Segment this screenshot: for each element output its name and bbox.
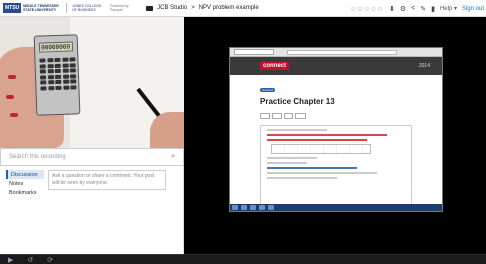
breadcrumb-separator: > [191, 5, 195, 11]
college-name: JONES COLLEGE OF BUSINESS [72, 4, 102, 12]
mini-button [283, 113, 293, 119]
folder-link[interactable]: JCB Studio [157, 5, 187, 11]
logo-divider [66, 3, 68, 13]
powered-by: Powered by Panopto [110, 4, 129, 12]
calculator-display: 00000000 [38, 41, 74, 53]
practice-title: Practice Chapter 13 [260, 97, 335, 106]
university-logo[interactable]: MTSU MIDDLE TENNESSEE STATE UNIVERSITY J… [3, 2, 102, 15]
share-icon[interactable]: < [411, 5, 415, 12]
fingernail [8, 75, 16, 79]
logo-mark: MTSU [3, 3, 22, 13]
address-bar [287, 49, 397, 55]
connect-logo: connect [260, 62, 290, 70]
question-text-red [267, 134, 387, 136]
question-text-red [267, 139, 367, 141]
breadcrumb: JCB Studio > NPV problem example [146, 5, 259, 11]
practice-area: Connect Practice Chapter 13 [230, 75, 442, 122]
rating-stars[interactable]: ☆☆☆☆☆ [350, 5, 384, 13]
mini-button [272, 113, 282, 119]
fingernail [10, 113, 18, 117]
practice-subtitle [260, 106, 412, 110]
browser-tab [234, 49, 274, 55]
camera-video[interactable]: 00000000 [0, 17, 184, 148]
app-icon [259, 205, 265, 210]
side-panel: Discussion Notes Bookmarks Ask a questio… [0, 166, 184, 254]
question-text [267, 162, 307, 164]
recording-title: NPV problem example [198, 5, 259, 11]
search-placeholder: Search this recording [9, 154, 66, 160]
search-input[interactable]: Search this recording ⌕ [0, 148, 184, 166]
bar-chart-icon[interactable]: ▮ [431, 5, 435, 13]
speed-icon[interactable]: ⟳ [47, 256, 53, 264]
app-icon [241, 205, 247, 210]
player-controls: ▶ ↺ ⟳ [0, 254, 486, 264]
question-text [267, 172, 377, 174]
signout-link[interactable]: Sign out [462, 6, 484, 12]
mini-button [260, 113, 271, 119]
help-label: Help [439, 6, 453, 12]
connect-year: 2014 [418, 62, 430, 69]
connect-badge: Connect [260, 88, 276, 92]
search-icon[interactable]: ⌕ [171, 153, 175, 161]
question-text [267, 129, 327, 131]
start-icon [232, 205, 238, 210]
university-name: MIDDLE TENNESSEE STATE UNIVERSITY [23, 4, 59, 12]
video-icon [146, 5, 154, 11]
tab-notes[interactable]: Notes [6, 179, 44, 188]
header-tools: ☆☆☆☆☆ ⬇ ⚙ < ✎ ▮ Help ▾ Sign out [350, 0, 484, 17]
tab-discussion[interactable]: Discussion [6, 170, 44, 179]
question-table [271, 144, 371, 154]
fingernail [6, 95, 14, 99]
screen-video[interactable]: connect 2014 Connect Practice Chapter 13 [184, 17, 486, 254]
gear-icon[interactable]: ⚙ [400, 5, 406, 13]
discussion-input[interactable]: Ask a question or share a comment. Your … [48, 170, 166, 190]
download-icon[interactable]: ⬇ [389, 5, 395, 13]
mini-buttons [260, 113, 412, 119]
right-hand [150, 112, 184, 148]
answer-options [267, 167, 357, 169]
captured-screen: connect 2014 Connect Practice Chapter 13 [229, 47, 443, 212]
side-tabs: Discussion Notes Bookmarks [6, 170, 44, 197]
rewind-icon[interactable]: ↺ [27, 256, 33, 264]
app-icon [268, 205, 274, 210]
connect-header: connect 2014 [230, 57, 442, 75]
pencil-icon[interactable]: ✎ [420, 5, 426, 13]
help-menu[interactable]: Help ▾ [440, 5, 457, 12]
question-panel [260, 125, 412, 211]
mini-button [294, 113, 306, 119]
play-icon[interactable]: ▶ [8, 256, 13, 264]
calculator: 00000000 [33, 34, 81, 116]
calculator-keys [39, 57, 77, 91]
windows-taskbar [230, 204, 442, 211]
tab-bookmarks[interactable]: Bookmarks [6, 188, 44, 197]
question-text [267, 177, 337, 179]
app-icon [250, 205, 256, 210]
question-text [267, 157, 317, 159]
browser-bar [230, 48, 442, 57]
top-header: MTSU MIDDLE TENNESSEE STATE UNIVERSITY J… [0, 0, 486, 17]
